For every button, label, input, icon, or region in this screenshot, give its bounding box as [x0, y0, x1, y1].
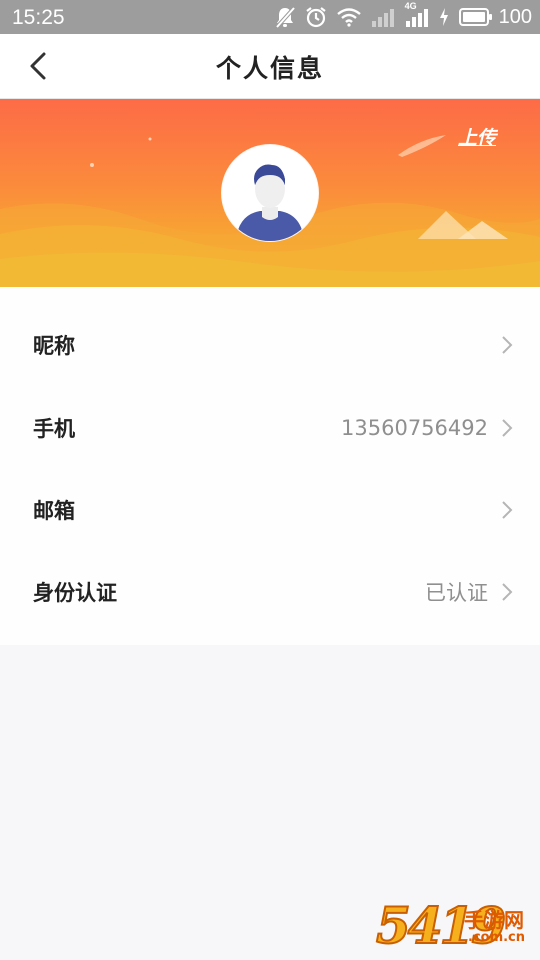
item-label: 邮箱 [33, 499, 75, 523]
list-item-nickname[interactable]: 昵称 [0, 304, 540, 386]
item-label: 手机 [33, 417, 75, 441]
charging-icon [439, 7, 449, 27]
battery-icon [458, 8, 493, 26]
avatar[interactable] [222, 145, 318, 241]
item-label: 昵称 [33, 334, 75, 358]
mute-icon [275, 6, 295, 28]
list-item-phone[interactable]: 手机 13560756492 [0, 387, 540, 469]
chevron-right-icon [502, 583, 513, 601]
nav-bar: 个人信息 [0, 34, 540, 99]
status-icons: 4G 100 [275, 1, 532, 30]
page-title: 个人信息 [215, 54, 324, 83]
watermark: 5419 手游网 .com.cn [375, 892, 536, 958]
default-avatar-icon [222, 145, 318, 241]
item-value: 13560756492 [341, 416, 488, 440]
watermark-domain: .com.cn [468, 930, 526, 945]
signal-4g-icon: 4G [405, 1, 429, 27]
item-value: 已认证 [425, 581, 488, 605]
chevron-right-icon [502, 419, 513, 437]
network-label: 4G [404, 1, 417, 11]
profile-header: 上传 [0, 99, 540, 287]
status-bar: 15:25 4G 100 [0, 0, 540, 34]
item-label: 身份认证 [33, 581, 117, 605]
info-list: 昵称 手机 13560756492 邮箱 身份认证 已认证 [0, 287, 540, 645]
wifi-icon [336, 7, 361, 27]
upload-link[interactable]: 上传 [458, 123, 496, 150]
list-item-email[interactable]: 邮箱 [0, 469, 540, 551]
chevron-right-icon [502, 336, 513, 354]
chevron-right-icon [502, 501, 513, 519]
alarm-icon [305, 6, 327, 28]
status-time: 15:25 [12, 6, 65, 29]
signal-icon [371, 7, 395, 27]
battery-level: 100 [498, 5, 532, 28]
list-item-identity-verification[interactable]: 身份认证 已认证 [0, 551, 540, 633]
watermark-site: 手游网 [464, 908, 524, 932]
